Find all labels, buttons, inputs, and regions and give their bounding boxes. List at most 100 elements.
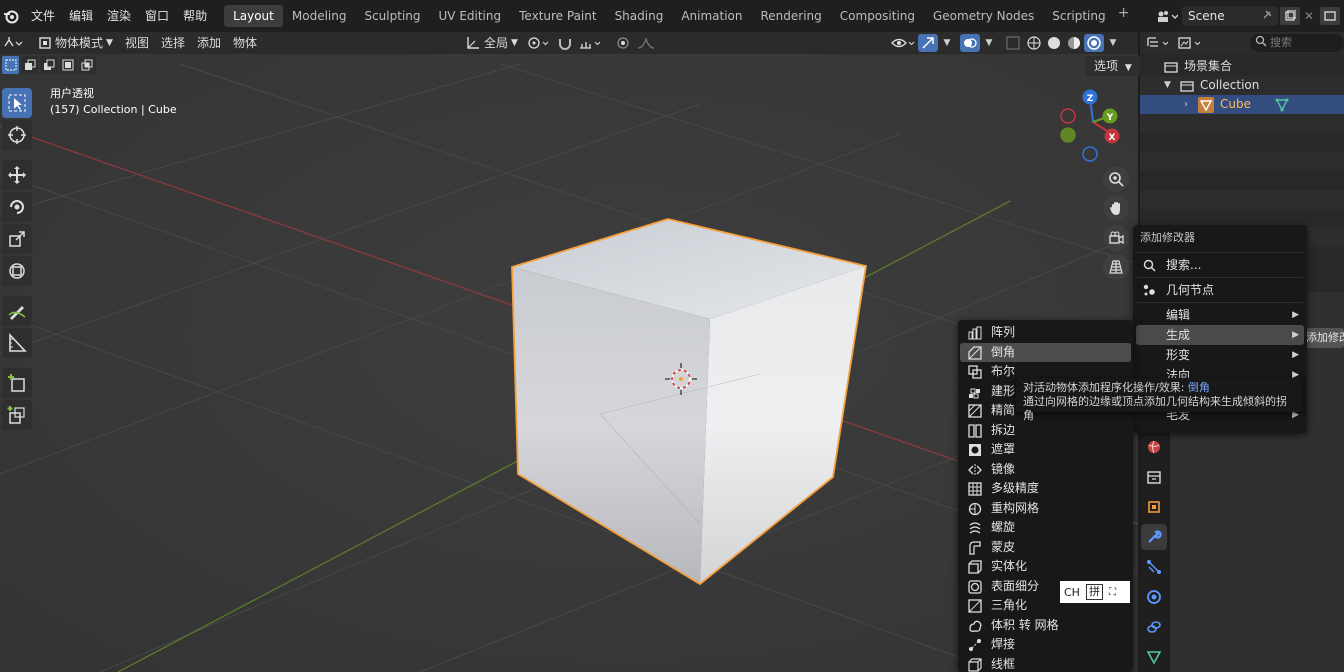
select-subtract-icon[interactable]	[40, 56, 58, 74]
menu-edit[interactable]: 编辑	[62, 5, 100, 27]
pivot-point-icon[interactable]	[524, 34, 554, 52]
xray-toggle-icon[interactable]	[1002, 34, 1024, 52]
menu-item-wireframe[interactable]: 线框	[960, 655, 1131, 672]
menu-item-remesh[interactable]: 重构网格	[960, 499, 1131, 519]
menu-item-solidify[interactable]: 实体化	[960, 557, 1131, 577]
ime-indicator[interactable]: CH 拼 ⛶	[1060, 581, 1130, 603]
gizmo-toggle-icon[interactable]	[917, 34, 938, 52]
measure-tool-icon[interactable]	[2, 328, 32, 358]
shading-rendered-icon[interactable]	[1083, 34, 1104, 52]
select-box-tool-icon[interactable]	[2, 88, 32, 118]
outliner-row-scene-collection[interactable]: 场景集合	[1140, 57, 1344, 76]
menu-item-multiresolution[interactable]: 多级精度	[960, 479, 1131, 499]
add-modifier-button[interactable]: 添加修改器	[1302, 328, 1344, 348]
snap-target-icon[interactable]	[576, 34, 606, 52]
select-invert-icon[interactable]	[59, 56, 77, 74]
outliner-editor-icon[interactable]	[1146, 36, 1172, 50]
annotate-tool-icon[interactable]	[2, 296, 32, 326]
chevron-down-icon[interactable]: ▼	[938, 34, 956, 52]
tab-sculpting[interactable]: Sculpting	[355, 5, 429, 27]
menu-item-edit[interactable]: 编辑 ▶	[1136, 305, 1304, 325]
editor-type-icon[interactable]	[0, 34, 26, 52]
menu-item-skin[interactable]: 蒙皮	[960, 538, 1131, 558]
cursor-tool-icon[interactable]	[2, 120, 32, 150]
select-new-icon[interactable]	[2, 56, 20, 74]
ortho-grid-icon[interactable]	[1103, 254, 1129, 280]
shading-wireframe-icon[interactable]	[1024, 34, 1044, 52]
add-workspace-button[interactable]: +	[1115, 5, 1133, 27]
outliner-row-collection[interactable]: ▼ Collection	[1140, 76, 1344, 95]
menu-item-search[interactable]: 搜索...	[1136, 255, 1304, 275]
chevron-down-icon[interactable]: ▼	[980, 34, 998, 52]
chevron-down-icon[interactable]: ▼	[1104, 34, 1122, 52]
display-mode-icon[interactable]	[1178, 36, 1204, 50]
menu-view[interactable]: 视图	[119, 34, 155, 52]
menu-add[interactable]: 添加	[191, 34, 227, 52]
menu-file[interactable]: 文件	[24, 5, 62, 27]
zoom-icon[interactable]	[1103, 166, 1129, 192]
visibility-icon[interactable]	[888, 34, 918, 52]
menu-item-deform[interactable]: 形变 ▶	[1136, 345, 1304, 365]
tab-scripting[interactable]: Scripting	[1043, 5, 1114, 27]
falloff-icon[interactable]	[634, 34, 658, 52]
snap-icon[interactable]	[554, 34, 576, 52]
pin-icon[interactable]	[1258, 9, 1276, 24]
menu-item-volume-to-mesh[interactable]: 体积 转 网格	[960, 616, 1131, 636]
menu-item-generate[interactable]: 生成 ▶	[1136, 325, 1304, 345]
move-tool-icon[interactable]	[2, 160, 32, 190]
world-tab-icon[interactable]	[1141, 434, 1167, 460]
transform-tool-icon[interactable]	[2, 256, 32, 286]
transform-orientation-selector[interactable]: 全局 ▼	[459, 34, 524, 52]
collection-tab-icon[interactable]	[1141, 464, 1167, 490]
tab-modeling[interactable]: Modeling	[283, 5, 356, 27]
camera-view-icon[interactable]	[1103, 225, 1129, 251]
shading-material-icon[interactable]	[1064, 34, 1084, 52]
menu-object[interactable]: 物体	[227, 34, 263, 52]
menu-item-mirror[interactable]: 镜像	[960, 460, 1131, 480]
tab-compositing[interactable]: Compositing	[831, 5, 924, 27]
tab-rendering[interactable]: Rendering	[752, 5, 831, 27]
data-tab-icon[interactable]	[1141, 644, 1167, 670]
view-layer-icon[interactable]	[1320, 7, 1340, 25]
tab-geometry-nodes[interactable]: Geometry Nodes	[924, 5, 1043, 27]
scene-icon[interactable]	[1156, 9, 1182, 23]
select-intersect-icon[interactable]	[78, 56, 97, 74]
new-scene-icon[interactable]	[1280, 7, 1300, 25]
physics-tab-icon[interactable]	[1141, 584, 1167, 610]
menu-item-mask[interactable]: 遮罩	[960, 440, 1131, 460]
options-dropdown[interactable]: 选项 ▼	[1086, 56, 1140, 76]
constraints-tab-icon[interactable]	[1141, 614, 1167, 640]
mesh-data-icon[interactable]	[1275, 98, 1289, 112]
menu-item-array[interactable]: 阵列	[960, 323, 1131, 343]
tab-shading[interactable]: Shading	[606, 5, 673, 27]
menu-window[interactable]: 窗口	[138, 5, 176, 27]
shading-solid-icon[interactable]	[1044, 34, 1064, 52]
mode-selector[interactable]: 物体模式 ▼	[32, 34, 119, 52]
menu-item-weld[interactable]: 焊接	[960, 635, 1131, 655]
add-object-tool-icon[interactable]	[2, 400, 32, 430]
menu-help[interactable]: 帮助	[176, 5, 214, 27]
modifier-wrench-tab-icon[interactable]	[1141, 524, 1167, 550]
menu-item-bevel[interactable]: 倒角	[960, 342, 1131, 362]
pan-hand-icon[interactable]	[1103, 195, 1129, 221]
tab-texture-paint[interactable]: Texture Paint	[510, 5, 605, 27]
overlay-toggle-icon[interactable]	[959, 34, 980, 52]
tab-layout[interactable]: Layout	[224, 5, 283, 27]
select-extend-icon[interactable]	[21, 56, 39, 74]
proportional-edit-icon[interactable]	[612, 34, 634, 52]
scale-tool-icon[interactable]	[2, 224, 32, 254]
menu-select[interactable]: 选择	[155, 34, 191, 52]
object-tab-icon[interactable]	[1141, 494, 1167, 520]
menu-item-geometry-nodes[interactable]: 几何节点	[1136, 280, 1304, 300]
delete-scene-icon[interactable]: ✕	[1300, 9, 1318, 23]
menu-item-screw[interactable]: 螺旋	[960, 518, 1131, 538]
tab-uv-editing[interactable]: UV Editing	[430, 5, 511, 27]
add-cube-tool-icon[interactable]	[2, 368, 32, 398]
rotate-tool-icon[interactable]	[2, 192, 32, 222]
blender-logo-icon[interactable]	[2, 7, 20, 25]
tab-animation[interactable]: Animation	[672, 5, 751, 27]
menu-render[interactable]: 渲染	[100, 5, 138, 27]
outliner-search-input[interactable]: 搜索	[1250, 34, 1344, 52]
menu-item-edge-split[interactable]: 拆边	[960, 421, 1131, 441]
outliner-row-cube[interactable]: › Cube	[1140, 95, 1344, 114]
